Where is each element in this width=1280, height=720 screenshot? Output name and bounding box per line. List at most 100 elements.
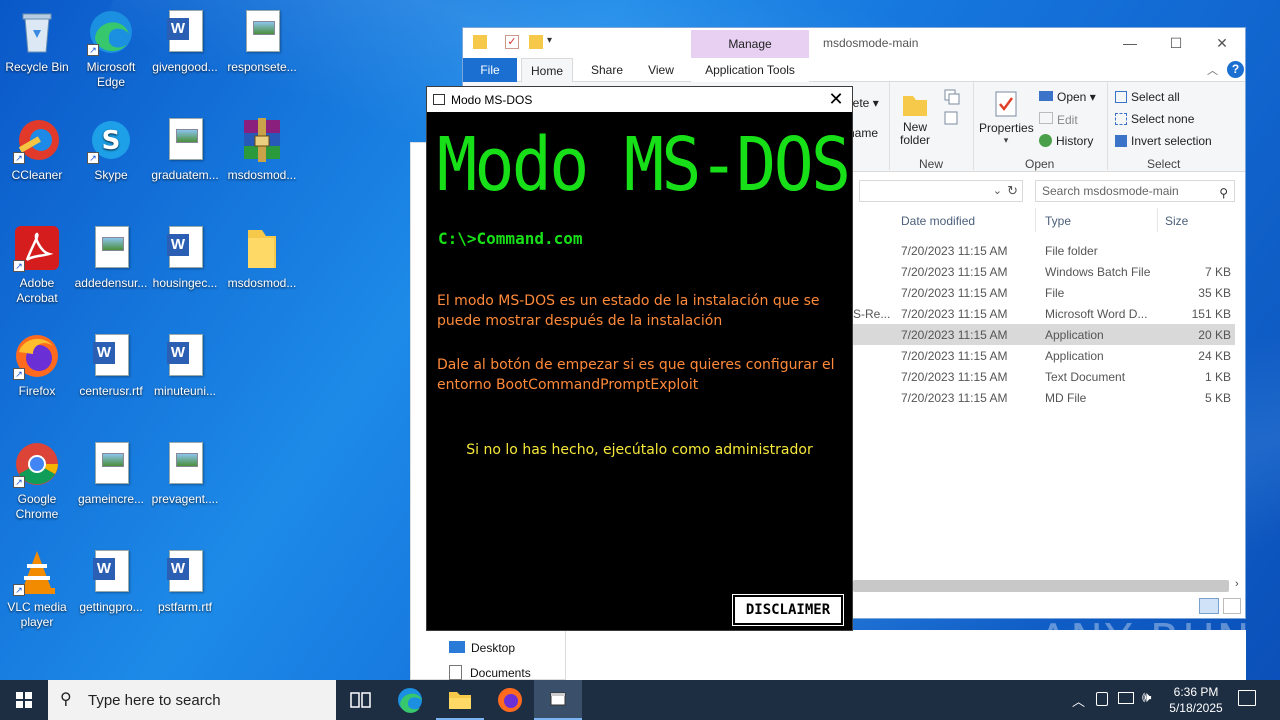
desktop-icon-adobe-acrobat[interactable]: ↗ Adobe Acrobat [0,224,75,306]
app-window-icon [433,94,445,105]
tab-file[interactable]: File [463,58,517,82]
desktop-icon-folder[interactable]: msdosmod... [224,224,300,291]
desktop-icon-label: pstfarm.rtf [157,600,212,614]
properties-button[interactable]: Properties ▾ [979,90,1034,146]
desktop-icon-vlc[interactable]: ↗ VLC media player [0,548,75,630]
folder-icon[interactable] [473,35,487,49]
table-row[interactable]: 7/20/2023 11:15 AM Application 20 KB [853,324,1235,345]
desktop-icon-file[interactable]: W gettingpro... [73,548,149,615]
table-row[interactable]: 7/20/2023 11:15 AM File folder [853,240,1235,261]
new-folder-icon[interactable] [529,35,543,49]
taskbar-edge-button[interactable] [386,680,434,720]
details-view-icon[interactable] [1199,598,1219,614]
desktop-icon-file[interactable]: W pstfarm.rtf [147,548,223,615]
desktop-icon-skype[interactable]: S ↗ Skype [73,116,149,183]
select-none-icon [1115,113,1127,125]
date-cell: 7/20/2023 11:15 AM [901,286,1008,300]
desktop-icon-microsoft-edge[interactable]: ↗ Microsoft Edge [73,8,149,90]
tab-manage[interactable]: Manage [691,30,809,58]
history-button[interactable]: History [1039,134,1093,148]
taskbar-clock[interactable]: 6:36 PM 5/18/2025 [1162,684,1230,716]
nav-item-desktop[interactable]: Desktop [449,641,515,655]
refresh-icon[interactable]: ↻ [1007,183,1018,199]
desktop-icon-file[interactable]: responsete... [224,8,300,75]
msdos-mode-window[interactable]: Modo MS-DOS ✕ Modo MS-DOS C:\>Command.co… [426,86,853,631]
taskbar-file-explorer-button[interactable] [436,680,484,720]
start-button[interactable] [0,680,48,720]
select-all-button[interactable]: Select all [1115,90,1180,104]
shortcut-arrow-icon: ↗ [13,260,25,272]
date-cell: 7/20/2023 11:15 AM [901,307,1008,321]
desktop-icon-file[interactable]: W minuteuni... [147,332,223,399]
edit-button[interactable]: Edit [1039,112,1078,127]
new-item-icon[interactable] [943,88,965,131]
desktop-icon-file[interactable]: gameincre... [73,440,149,507]
delete-button[interactable]: lete ▾ [850,96,879,110]
desktop-icon-file[interactable]: W givengood... [147,8,223,75]
network-icon[interactable] [1118,692,1134,704]
minimize-icon[interactable]: — [1107,28,1153,58]
help-icon[interactable]: ? [1227,61,1244,78]
search-input[interactable]: Search msdosmode-main ⚲ [1035,180,1235,202]
desktop-icon-file[interactable]: W housingec... [147,224,223,291]
desktop-icon-file[interactable]: addedensur... [73,224,149,291]
column-header-date[interactable]: Date modified [901,214,975,228]
nav-item-documents[interactable]: Documents [449,665,531,680]
address-bar[interactable]: ⌄ ↻ [859,180,1023,202]
desktop-icon-recycle-bin[interactable]: Recycle Bin [0,8,75,75]
select-none-button[interactable]: Select none [1115,112,1194,126]
table-row[interactable]: 7/20/2023 11:15 AM Application 24 KB [853,345,1235,366]
type-cell: Application [1045,328,1104,342]
horizontal-scrollbar[interactable] [853,580,1229,592]
table-row[interactable]: S-Re... 7/20/2023 11:15 AM Microsoft Word … [853,303,1235,324]
table-row[interactable]: 7/20/2023 11:15 AM Windows Batch File 7 KB [853,261,1235,282]
chevron-up-icon[interactable]: ︿ [1072,691,1085,710]
properties-label: Properties [979,121,1034,135]
tab-home[interactable]: Home [521,58,573,82]
size-cell: 7 KB [1204,265,1231,279]
disclaimer-button[interactable]: DISCLAIMER [732,594,844,626]
invert-selection-label: Invert selection [1131,134,1212,148]
app-window-icon [550,692,566,706]
column-header-size[interactable]: Size [1165,214,1188,228]
tab-application-tools[interactable]: Application Tools [691,58,809,82]
desktop-icon-google-chrome[interactable]: ↗ Google Chrome [0,440,75,522]
table-row[interactable]: 7/20/2023 11:15 AM MD File 5 KB [853,387,1235,408]
properties-icon[interactable]: ✓ [505,35,519,49]
table-row[interactable]: 7/20/2023 11:15 AM Text Document 1 KB [853,366,1235,387]
open-button[interactable]: Open ▾ [1039,90,1096,104]
type-cell: Microsoft Word D... [1045,307,1148,321]
taskbar-search-box[interactable]: ⚲ Type here to search [48,680,336,720]
taskbar-msdos-app-button[interactable] [534,680,582,720]
date-cell: 7/20/2023 11:15 AM [901,328,1008,342]
image-file-icon [161,440,209,488]
desktop-icon-file[interactable]: prevagent.... [147,440,223,507]
close-icon[interactable]: ✕ [1199,28,1245,58]
task-view-button[interactable] [336,680,384,720]
invert-selection-button[interactable]: Invert selection [1115,134,1212,148]
tab-share[interactable]: Share [587,58,627,82]
desktop-icon-winrar-archive[interactable]: msdosmod... [224,116,300,183]
desktop-icon-ccleaner[interactable]: ↗ CCleaner [0,116,75,183]
desktop-icon-file[interactable]: graduatem... [147,116,223,183]
invert-selection-icon [1115,135,1127,147]
chevron-right-icon[interactable]: › [1235,578,1239,590]
table-row[interactable]: 7/20/2023 11:15 AM File 35 KB [853,282,1235,303]
chevron-down-icon[interactable]: ⌄ [993,184,1002,197]
close-icon[interactable]: ✕ [826,89,846,110]
image-file-icon [87,440,135,488]
chevron-up-icon[interactable]: ︿ [1207,62,1218,78]
taskbar-firefox-button[interactable] [486,680,534,720]
volume-icon[interactable]: 🕪 [1142,689,1151,706]
column-header-type[interactable]: Type [1045,214,1071,228]
maximize-icon[interactable]: ☐ [1153,28,1199,58]
network-device-icon[interactable] [1096,692,1108,706]
chevron-down-icon[interactable]: ▾ [547,35,552,46]
dos-title-bar[interactable]: Modo MS-DOS ✕ [427,87,852,112]
desktop-icon-file[interactable]: W centerusr.rtf [73,332,149,399]
new-folder-button[interactable]: New folder [897,90,933,147]
large-icons-view-icon[interactable] [1223,598,1241,614]
tab-view[interactable]: View [641,58,681,82]
notification-icon[interactable] [1238,690,1256,706]
desktop-icon-firefox[interactable]: ↗ Firefox [0,332,75,399]
